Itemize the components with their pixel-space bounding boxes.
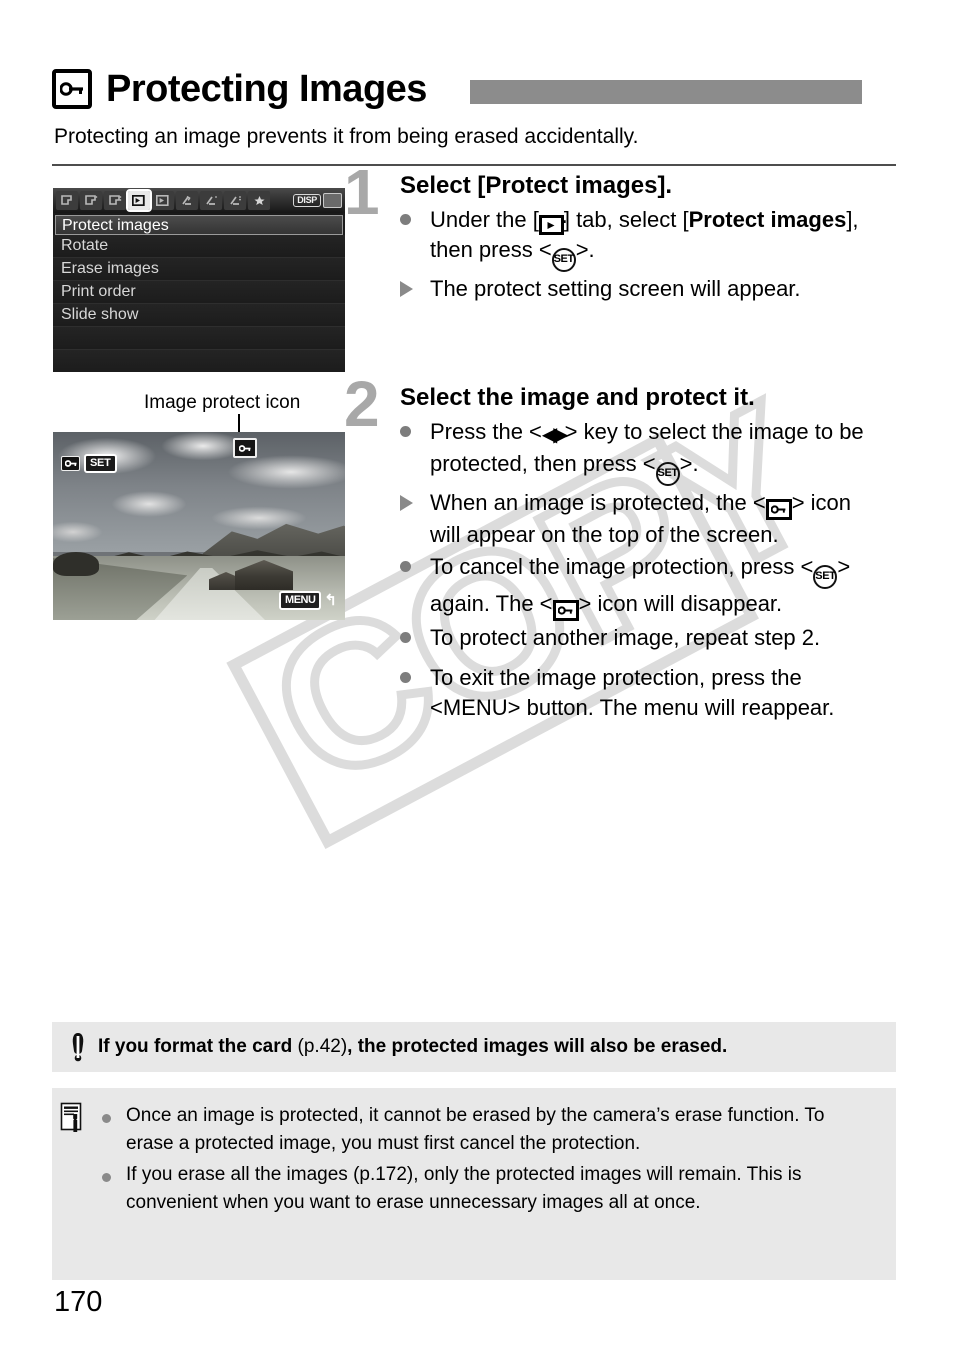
txt: To cancel the image protection, press <: [430, 554, 814, 580]
overlay-menu-controls: MENU ↰: [279, 591, 337, 610]
setup-tab-2-icon: [200, 191, 222, 210]
note-box-items: Once an image is protected, it cannot be…: [102, 1088, 896, 1280]
bullet-triangle-icon: [400, 274, 430, 302]
left-right-key-icon: ◀▶: [541, 423, 569, 446]
bullet-dot-icon: [400, 663, 430, 688]
playback-tab-1-icon[interactable]: [126, 189, 152, 212]
bullet-triangle-icon: [400, 488, 430, 516]
camera-menu-tab-bar: DISP: [53, 188, 345, 213]
step-1-bullet-2-text: The protect setting screen will appear.: [430, 275, 801, 301]
note-box: Once an image is protected, it cannot be…: [52, 1088, 896, 1280]
shoot-tab-3-icon: [104, 191, 126, 210]
note-pencil-icon: [52, 1088, 102, 1280]
shoot-tab-2-icon: [80, 191, 102, 210]
step-2-bullet-2: When an image is protected, the < > icon …: [400, 488, 872, 550]
setup-tab-3-icon: [224, 191, 246, 210]
step-1-heading: Select [Protect images].: [400, 172, 673, 199]
overlay-top-protect-icon: [233, 438, 257, 458]
menu-empty-row: [53, 327, 345, 350]
protect-screen-screenshot: SET MENU ↰: [53, 432, 345, 620]
camera-menu-list: Protect images Rotate Erase images Print…: [53, 213, 345, 372]
warning-text-page-ref: (p.42): [297, 1036, 348, 1057]
photo-bush: [53, 552, 99, 576]
bullet-dot-icon: [102, 1161, 126, 1187]
txt-bold: Protect images: [688, 206, 847, 232]
playback-tab-2-icon: [152, 191, 174, 210]
warning-box: If you format the card (p.42), the prote…: [52, 1022, 896, 1072]
bullet-dot-icon: [102, 1102, 126, 1128]
warning-text-part-1: If you format the card: [98, 1036, 298, 1057]
menu-item-rotate[interactable]: Rotate: [53, 235, 345, 258]
step-1-number: 1: [344, 156, 380, 228]
bullet-dot-icon: [400, 205, 430, 230]
menu-button-label: MENU: [442, 695, 508, 721]
step-2-bullet-5: To exit the image protection, press the …: [400, 663, 872, 724]
step-2-number: 2: [344, 368, 380, 440]
menu-item-slide-show[interactable]: Slide show: [53, 304, 345, 327]
step-2-bullet-1: Press the <◀▶> key to select the image t…: [400, 417, 872, 486]
txt: >.: [575, 237, 595, 263]
step-2: 2 Select the image and protect it. Press…: [344, 372, 872, 724]
bullet-dot-icon: [400, 552, 430, 577]
overlay-set-badge[interactable]: SET: [84, 454, 117, 473]
playback-tab-icon: ·: [538, 213, 568, 236]
txt: ] tab, select [: [563, 206, 689, 232]
set-icon: SET: [551, 247, 576, 272]
menu-empty-row: [53, 350, 345, 372]
camera-menu-screenshot: DISP Protect images Rotate Erase images …: [53, 188, 345, 372]
image-protect-icon-caption: Image protect icon: [144, 392, 301, 413]
note-item-1-text: Once an image is protected, it cannot be…: [126, 1105, 825, 1154]
bullet-dot-icon: [400, 417, 430, 442]
shoot-tab-1-icon: [56, 191, 78, 210]
step-2-bullet-4-text: To protect another image, repeat step 2.: [430, 624, 821, 650]
bullet-dot-icon: [400, 623, 430, 648]
header-divider: [52, 164, 896, 166]
page-subtitle: Protecting an image prevents it from bei…: [54, 125, 639, 148]
overlay-return-arrow-icon: ↰: [324, 592, 337, 609]
disp-badge: DISP: [293, 194, 321, 207]
overlay-menu-badge[interactable]: MENU: [279, 591, 322, 610]
setup-tab-1-icon: [176, 191, 198, 210]
overlay-protect-key-icon: [61, 456, 80, 471]
menu-item-print-order[interactable]: Print order: [53, 281, 345, 304]
txt: >.: [679, 451, 699, 477]
set-icon: SET: [655, 461, 680, 486]
txt: Press the <: [430, 418, 542, 444]
page-number: 170: [54, 1286, 103, 1318]
txt: When an image is protected, the <: [430, 489, 766, 515]
my-menu-tab-icon: [248, 191, 270, 210]
txt: > icon will disappear.: [578, 590, 783, 616]
protect-key-icon: [52, 69, 92, 109]
step-1-bullet-1: Under the [·] tab, select [Protect image…: [400, 205, 872, 272]
step-1-bullet-2: The protect setting screen will appear.: [400, 274, 872, 304]
page-title: Protecting Images: [52, 62, 427, 116]
step-2-bullets: Press the <◀▶> key to select the image t…: [400, 417, 872, 724]
step-2-bullet-4: To protect another image, repeat step 2.: [400, 623, 872, 653]
protect-key-icon: [765, 498, 792, 520]
menu-item-protect-images[interactable]: Protect images: [55, 215, 343, 235]
menu-item-erase-images[interactable]: Erase images: [53, 258, 345, 281]
step-2-bullet-3: To cancel the image protection, press < S…: [400, 552, 872, 621]
note-item-2: If you erase all the images (p.172), onl…: [102, 1161, 872, 1216]
caption-pointer-line: [238, 414, 240, 434]
warning-text-part-2: , the protected images will also be eras…: [347, 1036, 728, 1057]
note-item-1: Once an image is protected, it cannot be…: [102, 1102, 872, 1157]
set-icon: SET: [813, 564, 838, 589]
txt: Under the [: [430, 206, 539, 232]
exclamation-icon: [60, 1032, 96, 1062]
txt: > button. The menu will reappear.: [507, 695, 835, 721]
step-1: 1 Select [Protect images]. Under the [·]…: [344, 160, 872, 372]
page-title-text: Protecting Images: [106, 68, 427, 110]
overlay-protect-controls: SET: [61, 454, 117, 473]
title-accent-bar: [470, 80, 862, 104]
note-item-2-text: If you erase all the images (p.172), onl…: [126, 1164, 802, 1213]
step-1-bullets: Under the [·] tab, select [Protect image…: [400, 205, 872, 304]
protect-key-icon: [552, 599, 579, 621]
instruction-steps: 1 Select [Protect images]. Under the [·]…: [344, 160, 872, 730]
step-2-heading: Select the image and protect it.: [400, 384, 755, 411]
battery-icon: [323, 193, 342, 208]
